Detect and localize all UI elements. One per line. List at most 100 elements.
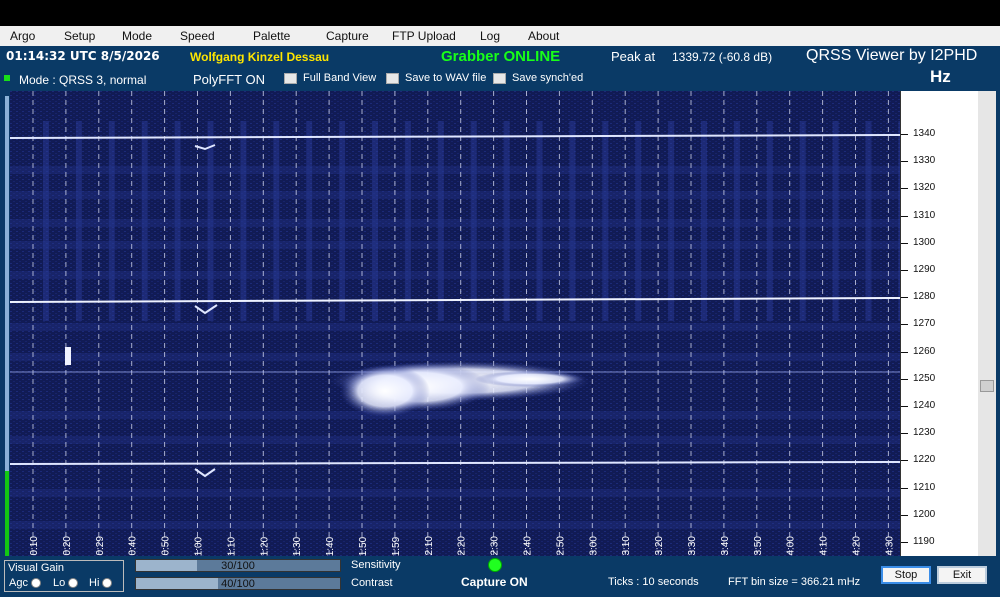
frequency-label: 1310 <box>913 209 936 221</box>
frequency-tick <box>901 351 908 353</box>
frequency-label: 1320 <box>913 182 936 194</box>
checkbox-icon <box>284 72 297 84</box>
menu-mode[interactable]: Mode <box>112 29 170 43</box>
frequency-label: 1200 <box>913 508 936 520</box>
frequency-label: 1240 <box>913 400 936 411</box>
menu-capture[interactable]: Capture <box>316 29 382 43</box>
grabber-status: Grabber ONLINE <box>441 48 561 65</box>
contrast-value: 40/100 <box>221 578 255 590</box>
sensitivity-slider[interactable]: 30/100 <box>135 559 341 572</box>
utc-time: 01:14:32 UTC 8/5/2026 <box>6 49 160 63</box>
agc-radio[interactable]: Agc <box>9 577 41 589</box>
fft-bin-readout: FFT bin size = 366.21 mHz <box>728 576 861 588</box>
band-row <box>10 191 900 199</box>
level-meter-fill <box>5 471 9 566</box>
frequency-tick <box>901 487 908 489</box>
frequency-tick <box>901 161 908 163</box>
save-wav-checkbox[interactable]: Save to WAV file <box>386 72 486 84</box>
band-row <box>10 166 900 174</box>
band-row <box>10 521 900 529</box>
frequency-label: 1280 <box>913 291 936 303</box>
save-wav-label: Save to WAV file <box>405 72 487 84</box>
waterfall-canvas: 01:10:1001:10:2001:10:2901:10:4001:10:50… <box>10 91 900 582</box>
menu-about[interactable]: About <box>518 29 559 43</box>
band-row <box>10 353 900 361</box>
sensitivity-label: Sensitivity <box>351 559 401 571</box>
save-synched-label: Save synch'ed <box>512 72 584 84</box>
peak-label: Peak at <box>611 49 656 64</box>
frequency-tick <box>901 270 908 271</box>
hi-radio[interactable]: Hi <box>89 577 113 589</box>
frequency-tick <box>901 460 908 462</box>
frequency-tick <box>901 242 908 244</box>
menu-bar: Argo Setup Mode Speed Palette Capture FT… <box>0 26 1000 46</box>
frequency-label: 1250 <box>913 372 936 384</box>
menu-speed[interactable]: Speed <box>170 29 243 43</box>
frequency-tick <box>901 324 908 326</box>
frequency-label: 1300 <box>913 236 936 248</box>
frequency-tick <box>901 514 908 516</box>
band-row <box>10 241 900 249</box>
frequency-tick <box>901 378 908 380</box>
band-row <box>10 219 900 227</box>
exit-button[interactable]: Exit <box>937 566 987 584</box>
frequency-label: 1220 <box>913 454 936 466</box>
status-led-icon <box>4 75 10 81</box>
frequency-tick <box>901 542 908 543</box>
lo-label: Lo <box>53 577 66 589</box>
capture-led-icon <box>488 558 502 572</box>
peak-value: 1339.72 (-60.8 dB) <box>672 50 773 64</box>
frequency-tick <box>901 433 908 435</box>
frequency-label: 1340 <box>913 128 936 139</box>
frequency-label: 1290 <box>913 264 936 275</box>
radio-icon <box>30 578 41 588</box>
full-band-view-label: Full Band View <box>303 72 377 84</box>
radio-icon <box>102 578 113 588</box>
frequency-tick <box>901 297 908 299</box>
waterfall-display[interactable]: 01:10:1001:10:2001:10:2901:10:4001:10:50… <box>10 91 900 582</box>
app-title: QRSS Viewer by I2PHD <box>806 47 978 64</box>
polyfft-status: PolyFFT ON <box>193 72 265 87</box>
radio-icon <box>68 578 79 588</box>
menu-log[interactable]: Log <box>470 29 518 43</box>
frequency-label: 1210 <box>913 481 936 493</box>
frequency-scrollbar[interactable] <box>978 91 996 582</box>
hi-label: Hi <box>89 577 100 589</box>
menu-setup[interactable]: Setup <box>54 29 112 43</box>
stop-button[interactable]: Stop <box>881 566 931 584</box>
frequency-tick <box>901 406 908 407</box>
capture-status: Capture ON <box>461 575 528 589</box>
menu-argo[interactable]: Argo <box>0 29 54 43</box>
visual-gain-group: Visual Gain Agc Lo Hi <box>4 560 124 592</box>
band-row <box>10 271 900 279</box>
menu-ftp-upload[interactable]: FTP Upload <box>382 29 470 43</box>
frequency-label: 1270 <box>913 318 936 330</box>
frequency-unit: Hz <box>930 67 951 86</box>
sensitivity-value: 30/100 <box>221 560 255 572</box>
band-row <box>10 323 900 331</box>
checkbox-icon <box>493 72 506 84</box>
qrss-viewer-window: Argo Setup Mode Speed Palette Capture FT… <box>0 26 1000 597</box>
frequency-tick <box>901 215 908 217</box>
frequency-label: 1190 <box>913 536 935 547</box>
contrast-label: Contrast <box>351 577 393 589</box>
frequency-tick <box>901 134 908 135</box>
band-row <box>10 489 900 497</box>
station-name: Wolfgang Kinzel Dessau <box>190 50 330 64</box>
visual-gain-label: Visual Gain <box>8 562 65 574</box>
frequency-axis: 1340 1330 1320 1310 1300 1290 1280 1270 1260 1250… <box>900 91 978 582</box>
scrollbar-thumb[interactable] <box>980 380 994 392</box>
save-synched-checkbox[interactable]: Save synch'ed <box>493 72 583 84</box>
lo-radio[interactable]: Lo <box>53 577 79 589</box>
full-band-view-checkbox[interactable]: Full Band View <box>284 72 376 84</box>
menu-palette[interactable]: Palette <box>243 29 316 43</box>
ticks-readout: Ticks : 10 seconds <box>608 576 699 588</box>
frequency-label: 1330 <box>913 155 936 167</box>
band-row <box>10 411 900 419</box>
frequency-tick <box>901 188 908 190</box>
contrast-slider[interactable]: 40/100 <box>135 577 341 590</box>
frequency-label: 1230 <box>913 427 936 439</box>
frequency-label: 1260 <box>913 345 936 357</box>
control-panel: Visual Gain Agc Lo Hi 30/100 Sensitivity… <box>0 556 1000 597</box>
mode-readout: Mode : QRSS 3, normal <box>19 73 147 87</box>
